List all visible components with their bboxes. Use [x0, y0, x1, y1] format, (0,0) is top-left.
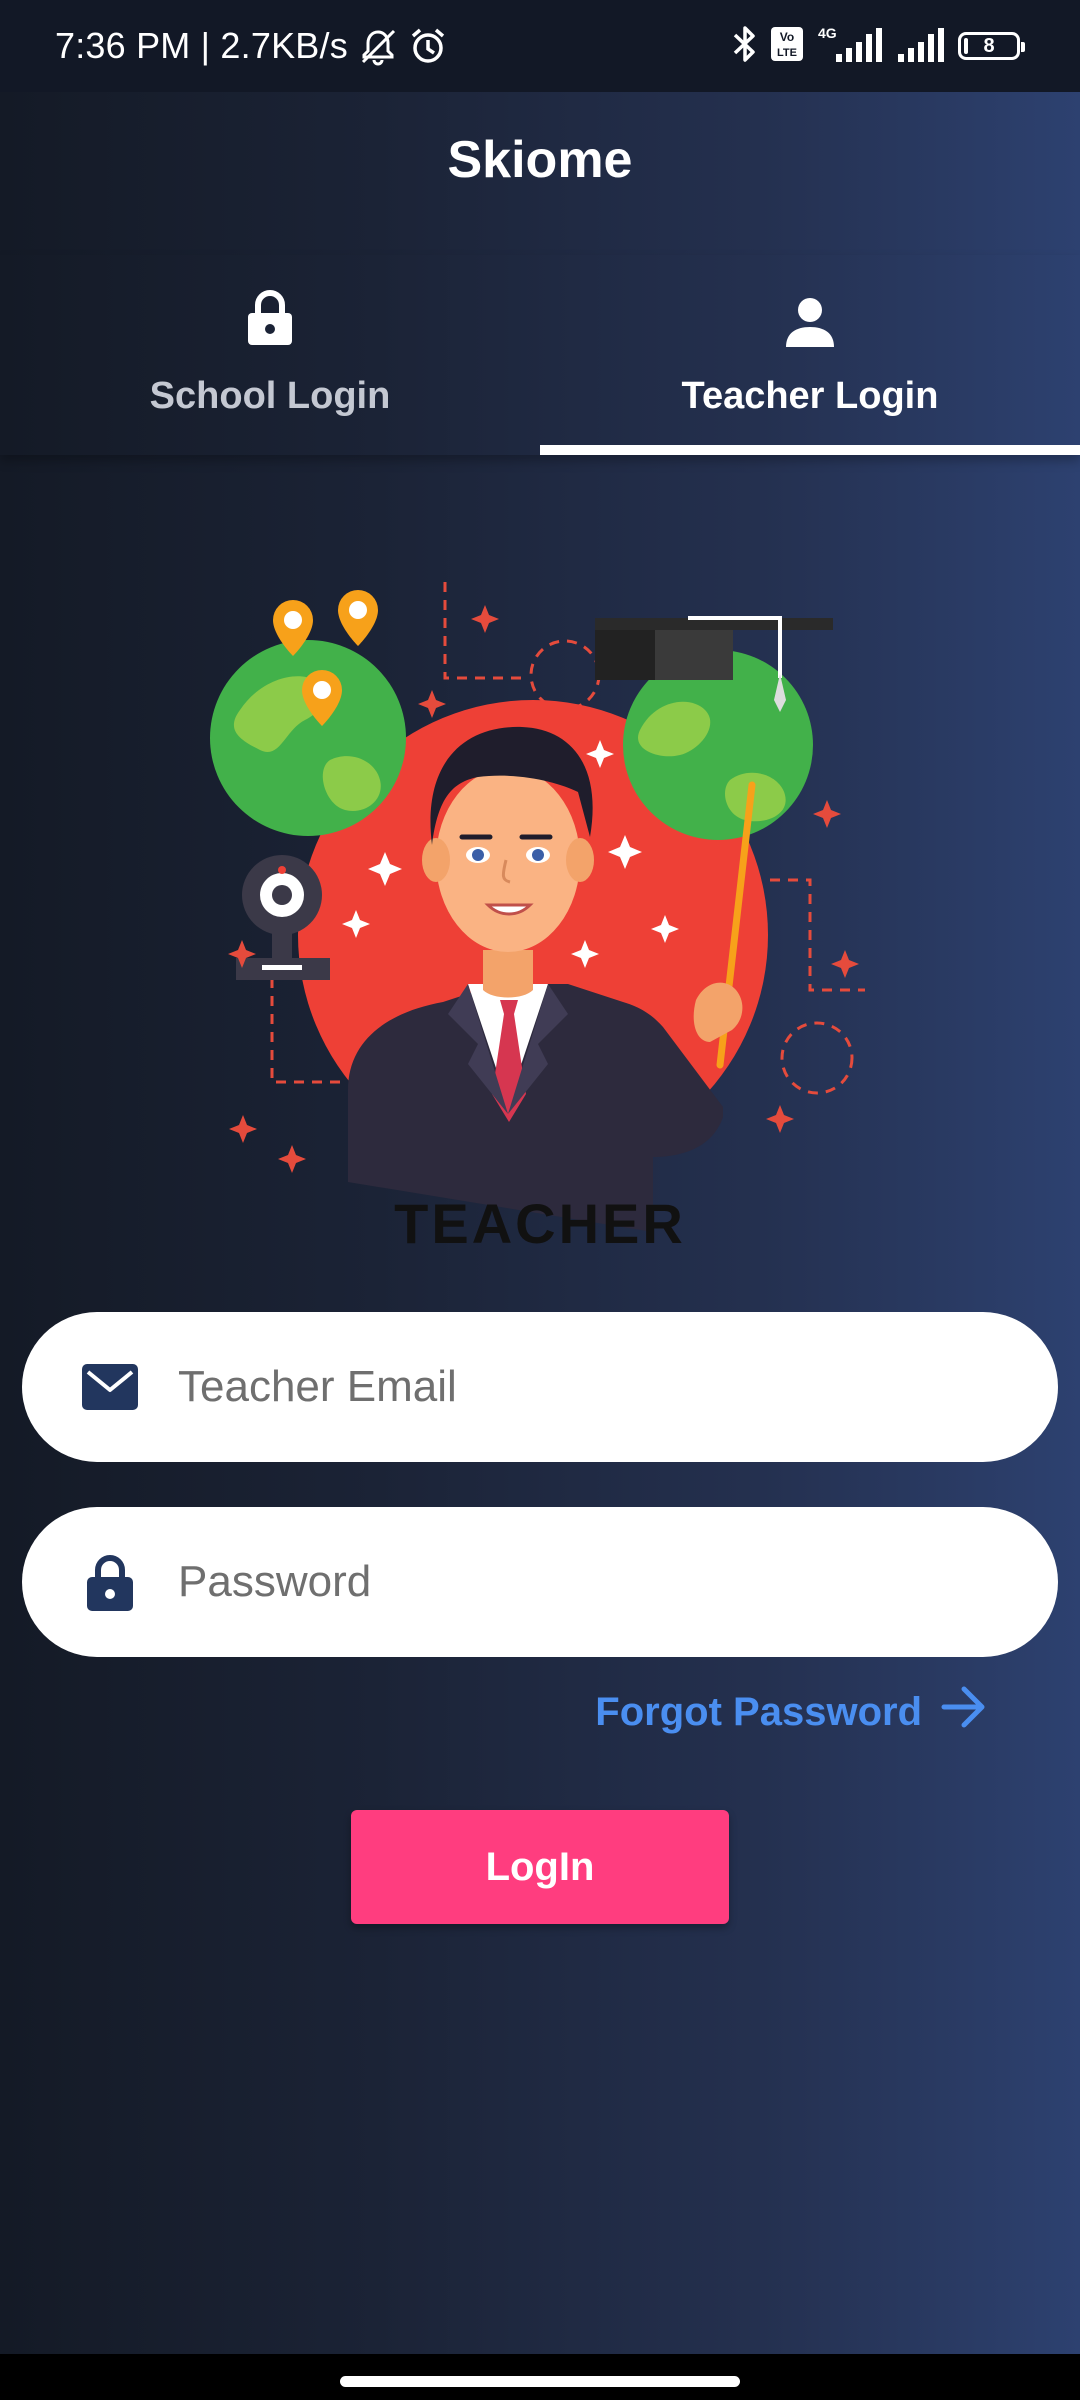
status-bar: 7:36 PM | 2.7KB/s Vo LTE 4G 8: [0, 0, 1080, 92]
screen: 7:36 PM | 2.7KB/s Vo LTE 4G 8 Skiome Sch…: [0, 0, 1080, 2400]
login-button[interactable]: LogIn: [351, 1810, 729, 1924]
email-field[interactable]: [22, 1312, 1058, 1462]
forgot-password-link[interactable]: Forgot Password: [595, 1685, 988, 1739]
arrow-right-icon: [940, 1685, 988, 1739]
status-right: Vo LTE 4G 8: [732, 0, 1025, 92]
svg-text:Vo: Vo: [780, 30, 794, 44]
envelope-icon: [80, 1364, 140, 1410]
lock-icon: [246, 277, 294, 347]
status-left: 7:36 PM | 2.7KB/s: [55, 0, 448, 92]
volte-icon: Vo LTE: [770, 26, 804, 67]
battery-level: 8: [983, 34, 995, 57]
lock-icon: [80, 1553, 140, 1611]
illustration-caption: TEACHER: [394, 1192, 686, 1255]
svg-text:LTE: LTE: [777, 47, 797, 59]
tab-teacher-login[interactable]: Teacher Login: [540, 255, 1080, 455]
tab-school-login[interactable]: School Login: [0, 255, 540, 455]
password-input[interactable]: [176, 1556, 1000, 1608]
teacher-illustration: TEACHER: [210, 582, 865, 1255]
tab-selected-indicator: [540, 445, 1080, 455]
tab-teacher-login-label: Teacher Login: [681, 375, 939, 417]
status-time-speed: 7:36 PM | 2.7KB/s: [55, 25, 348, 66]
home-indicator[interactable]: [340, 2376, 740, 2387]
mute-icon: [358, 26, 398, 66]
bluetooth-icon: [732, 24, 758, 69]
login-tabs: School Login Teacher Login: [0, 255, 1080, 455]
tab-school-login-label: School Login: [149, 375, 391, 417]
battery-icon: 8: [958, 32, 1025, 60]
app-title: Skiome: [447, 131, 633, 189]
network-type-label: 4G: [818, 25, 837, 41]
password-field[interactable]: [22, 1507, 1058, 1657]
navigation-bar: [0, 2354, 1080, 2400]
alarm-icon: [408, 26, 448, 66]
email-input[interactable]: [176, 1361, 1000, 1413]
person-icon: [785, 277, 835, 347]
signal-icon-2: [896, 24, 946, 69]
forgot-password-label: Forgot Password: [595, 1689, 922, 1734]
signal-icon: 4G: [816, 24, 884, 69]
